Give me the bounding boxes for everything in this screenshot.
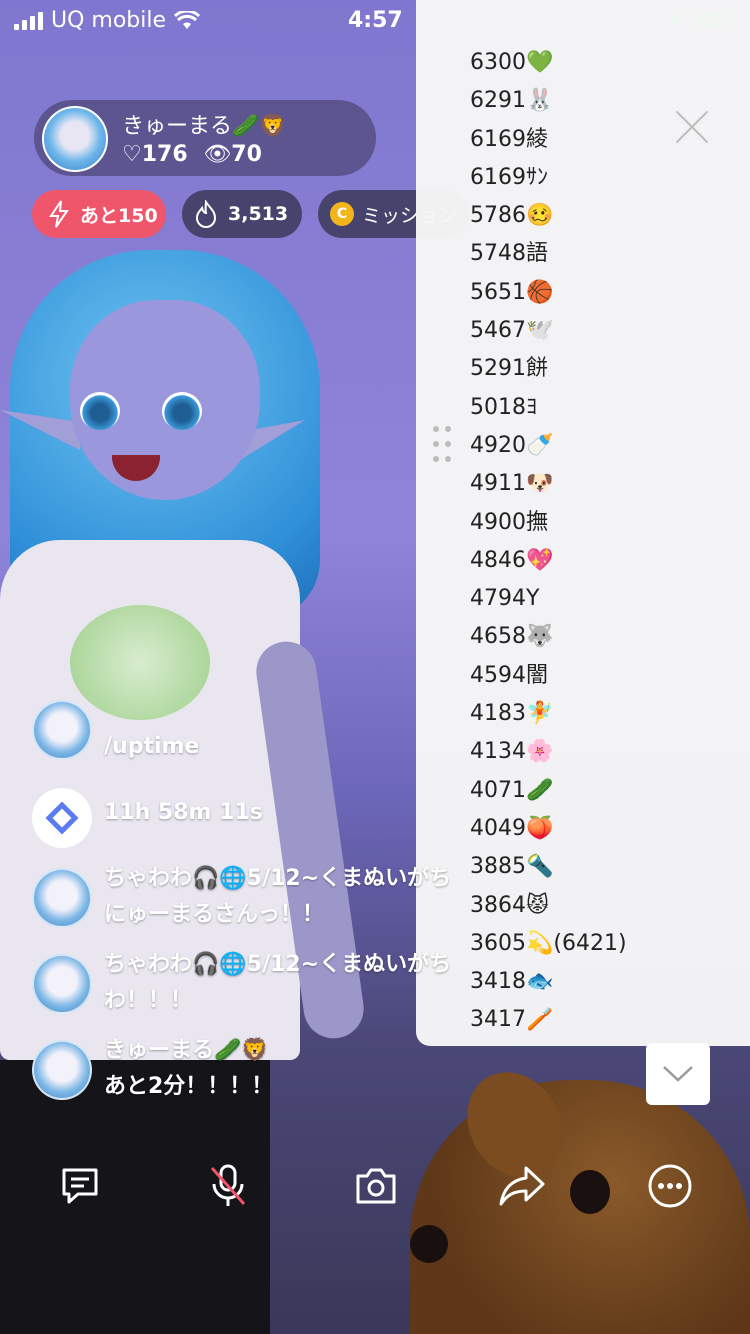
- ranking-item[interactable]: 4183🧚: [470, 695, 627, 733]
- ranking-item[interactable]: 5291餅: [470, 350, 627, 388]
- ranking-item[interactable]: 4846💖: [470, 542, 627, 580]
- bot-logo-icon: [45, 801, 79, 835]
- ranking-item[interactable]: 5651🏀: [470, 274, 627, 312]
- points-value: 3,513: [228, 203, 289, 225]
- ranking-item[interactable]: 4911🐶: [470, 465, 627, 503]
- chat-avatar[interactable]: [32, 700, 92, 760]
- scroll-down-button[interactable]: [646, 1043, 710, 1105]
- share-icon: [499, 1166, 545, 1206]
- ranking-item[interactable]: 4794Y: [470, 580, 627, 618]
- wifi-icon: [174, 10, 201, 29]
- ranking-item[interactable]: 6169綾: [470, 121, 627, 159]
- ranking-item[interactable]: 5018ﾖ: [470, 389, 627, 427]
- ranking-item[interactable]: 4658🐺: [470, 618, 627, 656]
- host-stats: ♡176 👁70: [122, 142, 262, 167]
- coin-icon: C: [330, 202, 354, 226]
- eye-icon: 👁: [203, 142, 232, 167]
- mic-toggle-button[interactable]: [202, 1160, 254, 1212]
- chat-text: わ！！！: [104, 988, 193, 1013]
- ranking-item[interactable]: 5467🕊️: [470, 312, 627, 350]
- ranking-item[interactable]: 4049🍑: [470, 810, 627, 848]
- host-name: きゅーまる🥒🦁: [122, 114, 287, 139]
- chat-username: ちゃわわ🎧🌐5/12~くまぬいがち: [104, 866, 452, 891]
- ranking-list: 6300💚 6291🐰 6169綾 6169ｻﾝ 5786🥴 5748語 5651🏀 5467…: [470, 44, 627, 1040]
- chat-text: にゅーまるさんっ！！: [104, 902, 325, 927]
- chat-avatar[interactable]: [32, 1040, 92, 1100]
- ranking-item[interactable]: 5748語: [470, 235, 627, 273]
- ranking-item[interactable]: 3418🐟: [470, 963, 627, 1001]
- avatar-eye-left: [80, 392, 120, 430]
- chat-username: ちゃわわ🎧🌐5/12~くまぬいがち: [104, 952, 452, 977]
- chat-text: 11h 58m 11s: [104, 800, 263, 825]
- ranking-item[interactable]: 3605💫(6421): [470, 925, 627, 963]
- shirt-badge-graphic: [70, 605, 210, 720]
- clock: 4:57: [348, 8, 403, 33]
- comment-button[interactable]: [54, 1160, 106, 1212]
- gauge-remaining: あと150: [80, 204, 158, 227]
- comment-icon: [62, 1168, 98, 1204]
- ranking-item[interactable]: 3864😾: [470, 887, 627, 925]
- heart-count: ♡176: [122, 142, 188, 167]
- ranking-item[interactable]: 3885🔦: [470, 848, 627, 886]
- drag-handle-icon[interactable]: [433, 426, 455, 466]
- points-pill[interactable]: 3,513: [182, 190, 302, 238]
- ranking-item[interactable]: 4071🥒: [470, 772, 627, 810]
- ranking-item[interactable]: 6300💚: [470, 44, 627, 82]
- mic-muted-icon: [210, 1164, 246, 1206]
- ranking-item[interactable]: 5786🥴: [470, 197, 627, 235]
- gauge-pill[interactable]: あと150: [32, 190, 166, 238]
- close-icon[interactable]: [672, 108, 712, 148]
- ranking-panel: 6300💚 6291🐰 6169綾 6169ｻﾝ 5786🥴 5748語 5651🏀 5467…: [416, 0, 750, 1046]
- host-avatar[interactable]: [42, 106, 108, 172]
- bottom-toolbar: [0, 1150, 750, 1222]
- deer-nose: [410, 1225, 448, 1263]
- ranking-item[interactable]: 6169ｻﾝ: [470, 159, 627, 197]
- chevron-down-icon: [663, 1066, 693, 1082]
- bot-avatar[interactable]: [32, 788, 92, 848]
- share-button[interactable]: [496, 1160, 548, 1212]
- ranking-item[interactable]: 4134🌸: [470, 733, 627, 771]
- chat-avatar[interactable]: [32, 868, 92, 928]
- ranking-item[interactable]: 4920🍼: [470, 427, 627, 465]
- viewer-count: 70: [231, 142, 262, 167]
- ranking-item[interactable]: 3417🪥: [470, 1001, 627, 1039]
- signal-icon: [14, 11, 43, 30]
- ranking-item[interactable]: 4900撫: [470, 504, 627, 542]
- avatar-eye-right: [162, 392, 202, 430]
- flame-icon: [195, 200, 217, 228]
- camera-button[interactable]: [350, 1160, 402, 1212]
- chat-avatar[interactable]: [32, 954, 92, 1014]
- ranking-item[interactable]: 6291🐰: [470, 82, 627, 120]
- carrier-info: UQ mobile: [14, 8, 201, 33]
- chat-username: きゅーまる🥒🦁: [104, 1038, 269, 1063]
- host-card[interactable]: きゅーまる🥒🦁 ♡176 👁70: [34, 100, 376, 176]
- ranking-item[interactable]: 4594闇: [470, 657, 627, 695]
- camera-icon: [356, 1168, 396, 1204]
- carrier-name: UQ mobile: [51, 8, 167, 33]
- more-icon: [648, 1164, 692, 1208]
- more-button[interactable]: [644, 1160, 696, 1212]
- chat-text: あと2分！！！！: [104, 1074, 274, 1099]
- lightning-icon: [49, 200, 69, 228]
- chat-text: /uptime: [104, 734, 200, 759]
